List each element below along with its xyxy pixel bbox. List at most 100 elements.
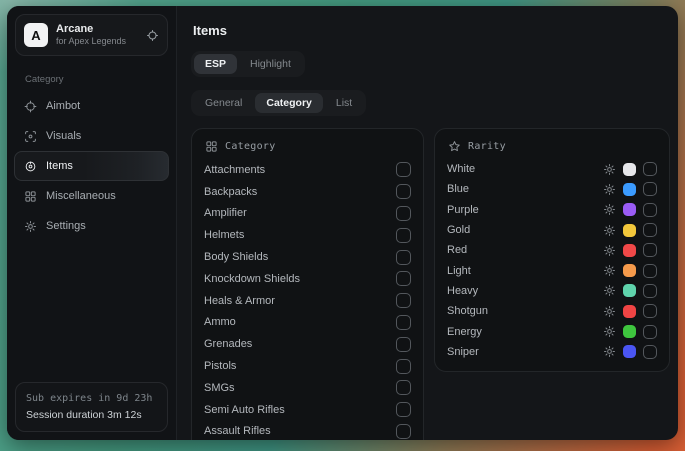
checkbox-grenades[interactable] [396,337,411,352]
tab-bar: GeneralCategoryList [191,90,366,116]
category-row: Ammo [204,312,411,334]
color-swatch-white[interactable] [623,163,636,176]
sidebar-item-miscellaneous[interactable]: Miscellaneous [14,181,169,211]
rarity-panel-title: Rarity [468,141,506,152]
checkbox-blue[interactable] [643,182,657,196]
gear-icon [24,220,37,233]
category-panel: Category Attachments Backpacks Amplifier… [191,128,424,440]
gear-icon[interactable] [603,305,616,318]
category-row-label: Helmets [204,229,244,241]
sidebar-item-items[interactable]: Items [14,151,169,181]
app-logo: A [24,23,48,47]
category-row-label: Body Shields [204,251,268,263]
checkbox-attachments[interactable] [396,162,411,177]
gear-icon[interactable] [603,224,616,237]
category-row-label: Heals & Armor [204,295,275,307]
rarity-row: Blue [447,179,657,199]
category-row-label: Semi Auto Rifles [204,404,285,416]
checkbox-ammo[interactable] [396,315,411,330]
checkbox-light[interactable] [643,264,657,278]
subscription-expiry: Sub expires in 9d 23h [26,391,157,407]
color-swatch-gold[interactable] [623,224,636,237]
checkbox-white[interactable] [643,162,657,176]
checkbox-body-shields[interactable] [396,250,411,265]
category-row: Backpacks [204,181,411,203]
category-row-label: Pistols [204,360,236,372]
rarity-row-label: White [447,163,475,175]
checkbox-energy[interactable] [643,325,657,339]
checkbox-heals-armor[interactable] [396,293,411,308]
crosshair-icon [24,100,37,113]
category-row-label: Amplifier [204,207,247,219]
color-swatch-blue[interactable] [623,183,636,196]
rarity-row: Energy [447,321,657,341]
sidebar-item-visuals[interactable]: Visuals [14,121,169,151]
color-swatch-heavy[interactable] [623,284,636,297]
rarity-row: Gold [447,220,657,240]
desktop-background: A Arcane for Apex Legends Category Aimbo… [0,0,685,451]
category-row-label: Knockdown Shields [204,273,300,285]
checkbox-amplifier[interactable] [396,206,411,221]
rarity-row-label: Purple [447,204,479,216]
target-icon [24,160,37,173]
scan-eye-icon [24,130,37,143]
sidebar-item-settings[interactable]: Settings [14,211,169,241]
grid-icon [205,140,218,153]
checkbox-purple[interactable] [643,203,657,217]
category-panel-title: Category [225,141,276,152]
gear-icon[interactable] [603,244,616,257]
checkbox-backpacks[interactable] [396,184,411,199]
gear-icon[interactable] [603,345,616,358]
rarity-row-label: Light [447,265,471,277]
gear-icon[interactable] [603,203,616,216]
color-swatch-energy[interactable] [623,325,636,338]
checkbox-smgs[interactable] [396,380,411,395]
rarity-row-label: Red [447,244,467,256]
category-row-label: Attachments [204,164,265,176]
sidebar: A Arcane for Apex Legends Category Aimbo… [7,6,177,440]
sidebar-item-label: Settings [46,220,86,232]
tab-general[interactable]: General [194,93,253,113]
rarity-panel: Rarity White Blue Purple Gold [434,128,670,372]
tab-category[interactable]: Category [255,93,323,113]
color-swatch-light[interactable] [623,264,636,277]
gear-icon[interactable] [603,325,616,338]
brand-card: A Arcane for Apex Legends [15,14,168,56]
sidebar-item-aimbot[interactable]: Aimbot [14,91,169,121]
gear-icon[interactable] [603,264,616,277]
rarity-row: White [447,159,657,179]
category-row: Semi Auto Rifles [204,399,411,421]
gear-icon[interactable] [603,183,616,196]
gear-icon[interactable] [603,284,616,297]
checkbox-semi-auto-rifles[interactable] [396,402,411,417]
checkbox-knockdown-shields[interactable] [396,271,411,286]
app-window: A Arcane for Apex Legends Category Aimbo… [7,6,678,440]
sidebar-item-label: Items [46,160,73,172]
mode-toggle: ESPHighlight [191,51,305,77]
rarity-row: Shotgun [447,301,657,321]
sidebar-nav: Aimbot Visuals Items Miscellaneous Setti… [7,91,176,241]
mode-highlight[interactable]: Highlight [239,54,302,74]
rarity-row-label: Heavy [447,285,478,297]
focus-icon[interactable] [146,29,159,42]
sidebar-item-label: Miscellaneous [46,190,116,202]
category-row-label: Backpacks [204,186,257,198]
rarity-rows: White Blue Purple Gold Red [447,159,657,362]
gear-icon[interactable] [603,163,616,176]
checkbox-shotgun[interactable] [643,304,657,318]
mode-esp[interactable]: ESP [194,54,237,74]
checkbox-gold[interactable] [643,223,657,237]
color-swatch-purple[interactable] [623,203,636,216]
color-swatch-shotgun[interactable] [623,305,636,318]
tab-list[interactable]: List [325,93,363,113]
checkbox-sniper[interactable] [643,345,657,359]
checkbox-pistols[interactable] [396,359,411,374]
checkbox-heavy[interactable] [643,284,657,298]
color-swatch-sniper[interactable] [623,345,636,358]
checkbox-helmets[interactable] [396,228,411,243]
color-swatch-red[interactable] [623,244,636,257]
checkbox-red[interactable] [643,243,657,257]
brand-subtitle: for Apex Legends [56,36,138,47]
session-card: Sub expires in 9d 23h Session duration 3… [15,382,168,432]
checkbox-assault-rifles[interactable] [396,424,411,439]
